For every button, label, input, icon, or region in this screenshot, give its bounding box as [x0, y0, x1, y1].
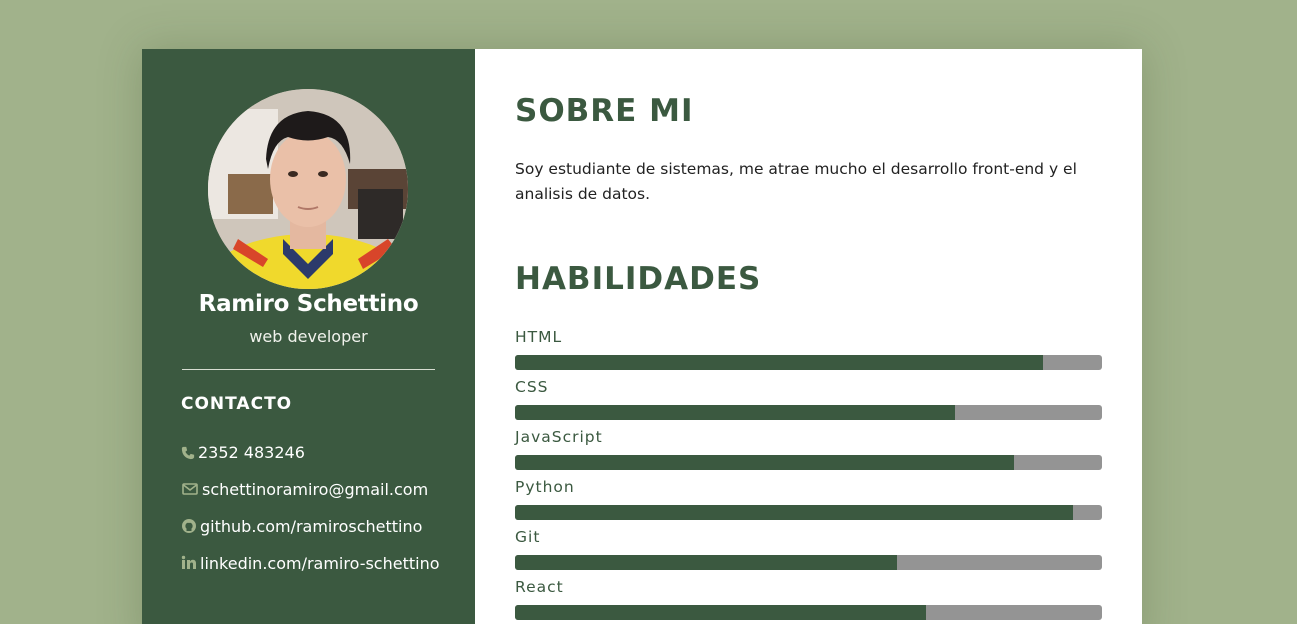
- skill-bar-fill: [515, 555, 897, 570]
- skill-bar: [515, 355, 1102, 370]
- divider: [182, 369, 435, 370]
- skill-label: Python: [515, 478, 575, 496]
- skill-label: CSS: [515, 378, 549, 396]
- skill-bar: [515, 605, 1102, 620]
- skill-label: HTML: [515, 328, 563, 346]
- skill-label: React: [515, 578, 564, 596]
- about-title: SOBRE MI: [515, 93, 694, 129]
- contact-phone-text: 2352 483246: [198, 443, 305, 462]
- skill-bar-fill: [515, 405, 956, 420]
- skill-bar: [515, 405, 1102, 420]
- profile-role: web developer: [249, 327, 368, 346]
- profile-name: Ramiro Schettino: [198, 291, 419, 317]
- resume-card: Ramiro Schettino web developer CONTACTO …: [142, 49, 1142, 624]
- contact-title: CONTACTO: [181, 394, 293, 414]
- skill-bar-fill: [515, 505, 1073, 520]
- contact-github[interactable]: github.com/ramiroschettino: [181, 514, 451, 539]
- github-icon: [182, 519, 196, 533]
- about-text: Soy estudiante de sistemas, me atrae muc…: [515, 160, 1077, 203]
- skills-title: HABILIDADES: [515, 261, 762, 297]
- linkedin-icon: [181, 555, 196, 569]
- skill-bar-fill: [515, 455, 1014, 470]
- skill-label: JavaScript: [515, 428, 603, 446]
- skill-label: Git: [515, 528, 541, 546]
- skill-bar: [515, 555, 1102, 570]
- contact-linkedin-text: linkedin.com/ramiro-schettino: [200, 554, 440, 573]
- skill-bar-fill: [515, 605, 926, 620]
- phone-icon: [181, 446, 195, 460]
- contact-email[interactable]: schettinoramiro@gmail.com: [181, 477, 451, 502]
- contact-phone[interactable]: 2352 483246: [181, 440, 451, 465]
- envelope-icon: [182, 483, 198, 495]
- skill-bar: [515, 455, 1102, 470]
- contact-email-text: schettinoramiro@gmail.com: [202, 480, 429, 499]
- avatar: [208, 89, 408, 289]
- contact-github-text: github.com/ramiroschettino: [200, 517, 423, 536]
- main-content: SOBRE MI Soy estudiante de sistemas, me …: [475, 49, 1142, 624]
- skill-bar-fill: [515, 355, 1044, 370]
- sidebar: Ramiro Schettino web developer CONTACTO …: [142, 49, 475, 624]
- contact-linkedin[interactable]: linkedin.com/ramiro-schettino: [181, 551, 451, 576]
- profile-photo: [208, 89, 408, 289]
- skill-bar: [515, 505, 1102, 520]
